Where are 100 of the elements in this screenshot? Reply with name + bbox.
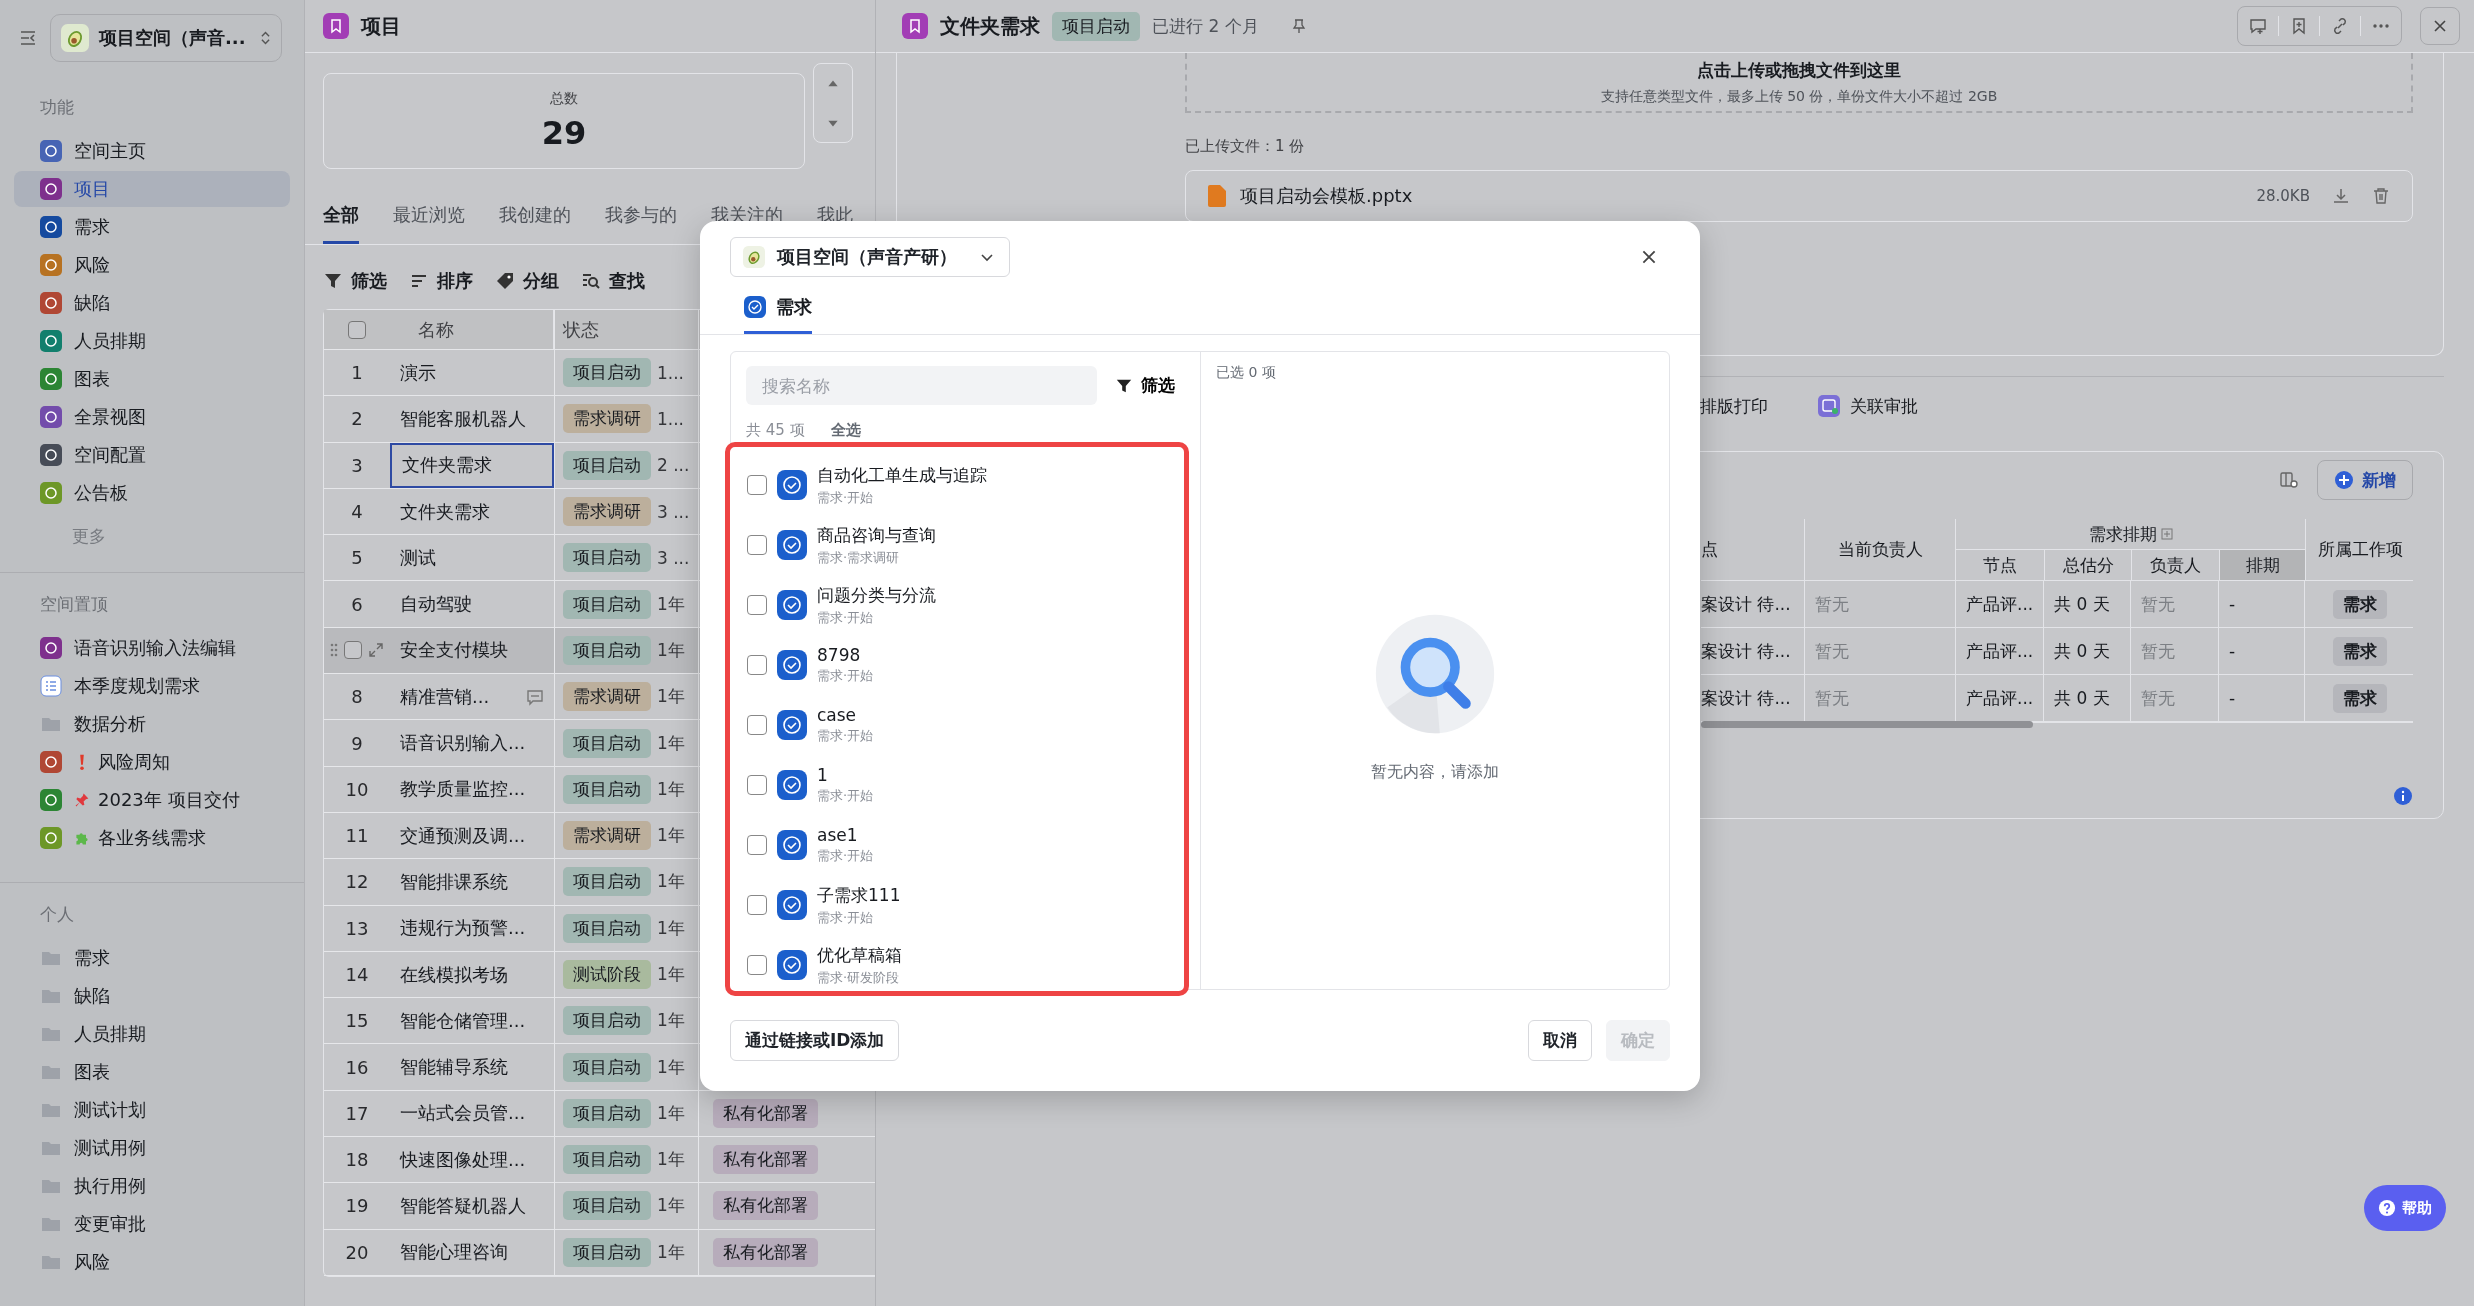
scrollbar[interactable] (1701, 721, 2033, 728)
item-subtitle: 需求·开始 (817, 488, 875, 507)
sidebar-item[interactable]: 测试用例 (14, 1130, 290, 1166)
item-subtitle: 需求·开始 (817, 908, 875, 927)
filter-button[interactable]: 筛选 (1115, 374, 1175, 397)
status-tag: 项目启动 (1052, 11, 1140, 41)
deployment-tag: 私有化部署 (713, 1237, 818, 1267)
status-tag: 项目启动 (563, 867, 651, 897)
table-cell: 1年 (657, 824, 685, 848)
sidebar-item[interactable]: 语音识别输入法编辑 (14, 630, 290, 666)
sidebar-item[interactable]: 人员排期 (14, 323, 290, 359)
add-button[interactable]: 新增 (2317, 460, 2413, 500)
sidebar-toggle-icon[interactable] (18, 28, 38, 48)
toolbar-button[interactable]: 分组 (495, 269, 559, 293)
checkbox[interactable] (747, 835, 767, 855)
sidebar-item[interactable]: 空间配置 (14, 437, 290, 473)
sidebar-item[interactable]: 图表 (14, 361, 290, 397)
table-cell-text: 案设计 待... (1701, 639, 1792, 663)
item-title[interactable]: case (817, 705, 874, 725)
toolbar-button[interactable]: 查找 (581, 269, 645, 293)
item-title[interactable]: 问题分类与分流 (817, 583, 936, 607)
column-settings-icon[interactable] (2279, 470, 2299, 490)
info-icon[interactable] (2393, 786, 2413, 806)
file-name[interactable]: 项目启动会模板.pptx (1240, 184, 1413, 208)
comment-icon[interactable] (526, 687, 544, 706)
checkbox[interactable] (747, 955, 767, 975)
sidebar-item[interactable]: 风险 (14, 247, 290, 283)
sidebar-item[interactable]: 空间主页 (14, 133, 290, 169)
tab[interactable]: 我创建的 (499, 203, 571, 244)
upload-zone[interactable]: 点击上传或拖拽文件到这里 支持任意类型文件，最多上传 50 份，单份文件大小不超过 2GB (1185, 53, 2413, 113)
sidebar-item[interactable]: 执行用例 (14, 1168, 290, 1204)
chevron-updown-icon (260, 29, 271, 47)
work-item-tag[interactable]: 需求 (2332, 636, 2387, 666)
item-title[interactable]: 8798 (817, 645, 874, 665)
download-icon[interactable] (2332, 187, 2350, 205)
trash-icon[interactable] (2372, 187, 2390, 205)
action-tab[interactable]: 关联审批 (1818, 394, 1918, 418)
tab[interactable]: 最近浏览 (393, 203, 465, 244)
checkbox[interactable] (747, 475, 767, 495)
item-title[interactable]: ase1 (817, 825, 874, 845)
checkbox[interactable] (747, 535, 767, 555)
item-title[interactable]: 子需求111 (817, 883, 901, 907)
status-tag: 需求调研 (563, 497, 651, 527)
space-selector[interactable]: 项目空间（声音... (50, 14, 282, 62)
checkbox[interactable] (344, 641, 362, 660)
checkbox[interactable] (747, 655, 767, 675)
tab[interactable]: 全部 (323, 203, 359, 244)
sidebar-item[interactable]: 各业务线需求 (14, 820, 290, 856)
item-title[interactable]: 自动化工单生成与追踪 (817, 463, 987, 487)
sidebar-item[interactable]: 2023年 项目交付 (14, 782, 290, 818)
toolbar-button[interactable]: 排序 (409, 269, 473, 293)
expand-icon[interactable] (368, 642, 384, 659)
sidebar-item[interactable]: 数据分析 (14, 706, 290, 742)
table-cell-text: 快速图像处理... (398, 1147, 527, 1172)
pin-icon[interactable] (1290, 18, 1307, 34)
sidebar-item[interactable]: 项目 (14, 171, 290, 207)
expand-grid-icon[interactable] (2160, 528, 2173, 540)
sidebar-item[interactable]: 测试计划 (14, 1092, 290, 1128)
tab[interactable]: 需求 (744, 295, 812, 334)
tab[interactable]: 我参与的 (605, 203, 677, 244)
item-title[interactable]: 商品咨询与查询 (817, 523, 936, 547)
sidebar-item[interactable]: 需求 (14, 209, 290, 245)
search-field[interactable]: 搜索名称 (746, 366, 1097, 405)
table-cell-text: 在线模拟考场 (399, 962, 509, 987)
column-header: 点 (1701, 538, 1719, 561)
sidebar-item[interactable]: 图表 (14, 1054, 290, 1090)
close-icon[interactable] (1640, 248, 1658, 266)
item-title[interactable]: 优化草稿箱 (817, 943, 902, 967)
checkbox[interactable] (747, 595, 767, 615)
cancel-button[interactable]: 取消 (1528, 1020, 1592, 1061)
drag-handle-icon[interactable] (330, 643, 338, 658)
summary-value: 29 (541, 114, 587, 152)
toolbar-button[interactable]: 筛选 (323, 269, 387, 293)
table-cell-text: 案设计 待... (1701, 592, 1792, 616)
work-item-tag[interactable]: 需求 (2332, 589, 2387, 619)
sidebar-item[interactable]: 缺陷 (14, 285, 290, 321)
space-dropdown[interactable]: 项目空间（声音产研） (730, 237, 1010, 277)
sidebar-item[interactable]: 全景视图 (14, 399, 290, 435)
checkbox[interactable] (348, 320, 366, 339)
checkbox[interactable] (747, 775, 767, 795)
sidebar-item[interactable]: 风险周知 (14, 744, 290, 780)
sidebar-item[interactable]: 需求 (14, 940, 290, 976)
column-header: 所属工作项 (2305, 519, 2415, 580)
select-all-link[interactable]: 全选 (830, 421, 861, 440)
table-cell: 暂无 (1804, 581, 1955, 627)
sidebar-item[interactable]: 变更审批 (14, 1206, 290, 1242)
help-button[interactable]: 帮助 (2364, 1185, 2446, 1231)
sidebar-item[interactable]: 风险 (14, 1244, 290, 1280)
sidebar-item[interactable]: 本季度规划需求 (14, 668, 290, 704)
close-button[interactable] (2420, 7, 2460, 45)
sidebar-item[interactable]: 公告板 (14, 475, 290, 511)
checkbox[interactable] (747, 715, 767, 735)
work-item-tag[interactable]: 需求 (2332, 683, 2387, 713)
add-by-link-button[interactable]: 通过链接或ID添加 (730, 1020, 900, 1061)
checkbox[interactable] (747, 895, 767, 915)
action-tab[interactable]: 排版打印 (1700, 394, 1768, 418)
item-title[interactable]: 1 (817, 765, 874, 785)
column-header: 节点 (1982, 553, 2018, 577)
sidebar-item[interactable]: 缺陷 (14, 978, 290, 1014)
sidebar-item[interactable]: 人员排期 (14, 1016, 290, 1052)
